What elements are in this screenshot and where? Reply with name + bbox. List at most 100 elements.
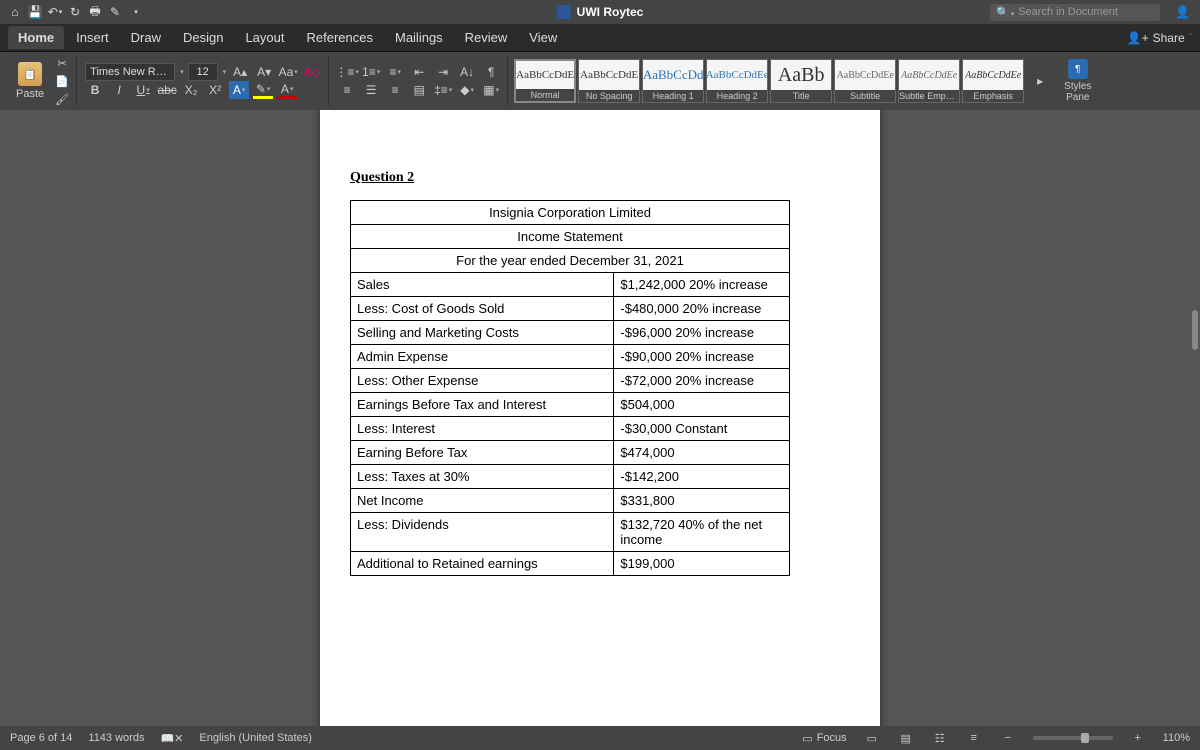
style-normal[interactable]: AaBbCcDdENormal — [514, 59, 576, 103]
redo-icon[interactable]: ↻ — [68, 5, 82, 19]
table-row[interactable]: Less: Taxes at 30%-$142,200 — [351, 465, 790, 489]
row-label[interactable]: Earnings Before Tax and Interest — [351, 393, 614, 417]
table-row[interactable]: Selling and Marketing Costs-$96,000 20% … — [351, 321, 790, 345]
format-painter-icon[interactable]: 🖌 — [54, 91, 70, 107]
table-row[interactable]: Net Income$331,800 — [351, 489, 790, 513]
grow-font-icon[interactable]: A▴ — [230, 63, 250, 81]
copy-icon[interactable]: 📄 — [54, 73, 70, 89]
table-header-company[interactable]: Insignia Corporation Limited — [351, 201, 790, 225]
print-layout-icon[interactable]: ▤ — [897, 731, 915, 745]
cut-icon[interactable]: ✂ — [54, 55, 70, 71]
document-area[interactable]: Question 2 Insignia Corporation Limited … — [0, 110, 1200, 726]
row-label[interactable]: Additional to Retained earnings — [351, 552, 614, 576]
row-label[interactable]: Earning Before Tax — [351, 441, 614, 465]
word-count[interactable]: 1143 words — [88, 732, 144, 744]
styles-pane-button[interactable]: ¶ Styles Pane — [1058, 59, 1097, 103]
multilevel-icon[interactable]: ≡▾ — [385, 63, 405, 81]
numbering-icon[interactable]: 1≡▾ — [361, 63, 381, 81]
zoom-slider[interactable] — [1033, 736, 1113, 740]
tab-draw[interactable]: Draw — [121, 26, 171, 49]
text-effects-icon[interactable]: A▾ — [229, 81, 249, 99]
page-indicator[interactable]: Page 6 of 14 — [10, 732, 72, 744]
table-row[interactable]: Less: Cost of Goods Sold-$480,000 20% in… — [351, 297, 790, 321]
tab-layout[interactable]: Layout — [235, 26, 294, 49]
row-label[interactable]: Less: Other Expense — [351, 369, 614, 393]
tab-home[interactable]: Home — [8, 26, 64, 49]
subscript-button[interactable]: X₂ — [181, 81, 201, 99]
change-case-icon[interactable]: Aa▾ — [278, 63, 298, 81]
outdent-icon[interactable]: ⇤ — [409, 63, 429, 81]
style-heading-1[interactable]: AaBbCcDdHeading 1 — [642, 59, 704, 103]
read-mode-icon[interactable]: ▭ — [863, 731, 881, 745]
justify-icon[interactable]: ▤ — [409, 81, 429, 99]
spellcheck-icon[interactable]: 📖✕ — [160, 732, 183, 745]
tab-insert[interactable]: Insert — [66, 26, 119, 49]
row-label[interactable]: Less: Interest — [351, 417, 614, 441]
page[interactable]: Question 2 Insignia Corporation Limited … — [320, 110, 880, 726]
outline-icon[interactable]: ≡ — [965, 731, 983, 745]
borders-icon[interactable]: ▦▾ — [481, 81, 501, 99]
row-label[interactable]: Net Income — [351, 489, 614, 513]
row-value[interactable]: -$30,000 Constant — [614, 417, 790, 441]
qat-overflow-icon[interactable]: ▾ — [129, 5, 143, 19]
table-row[interactable]: Admin Expense-$90,000 20% increase — [351, 345, 790, 369]
question-heading[interactable]: Question 2 — [350, 170, 850, 186]
line-spacing-icon[interactable]: ‡≡▾ — [433, 81, 453, 99]
income-statement-table[interactable]: Insignia Corporation Limited Income Stat… — [350, 200, 790, 576]
sort-icon[interactable]: A↓ — [457, 63, 477, 81]
style-heading-2[interactable]: AaBbCcDdEeHeading 2 — [706, 59, 768, 103]
row-value[interactable]: $132,720 40% of the net income — [614, 513, 790, 552]
shrink-font-icon[interactable]: A▾ — [254, 63, 274, 81]
table-row[interactable]: Additional to Retained earnings$199,000 — [351, 552, 790, 576]
row-label[interactable]: Selling and Marketing Costs — [351, 321, 614, 345]
align-right-icon[interactable]: ≡ — [385, 81, 405, 99]
style-emphasis[interactable]: AaBbCcDdEeEmphasis — [962, 59, 1024, 103]
collapse-icon[interactable]: ˆ — [1190, 34, 1192, 41]
tab-review[interactable]: Review — [455, 26, 518, 49]
bullets-icon[interactable]: ⋮≡▾ — [337, 63, 357, 81]
font-color-icon[interactable]: A▾ — [277, 81, 297, 99]
row-value[interactable]: -$480,000 20% increase — [614, 297, 790, 321]
bold-button[interactable]: B — [85, 81, 105, 99]
pilcrow-icon[interactable]: ¶ — [481, 63, 501, 81]
clear-format-icon[interactable]: A◇ — [302, 63, 322, 81]
row-value[interactable]: -$90,000 20% increase — [614, 345, 790, 369]
align-left-icon[interactable]: ≡ — [337, 81, 357, 99]
table-row[interactable]: Earning Before Tax$474,000 — [351, 441, 790, 465]
style-title[interactable]: AaBbTitle — [770, 59, 832, 103]
style-no-spacing[interactable]: AaBbCcDdENo Spacing — [578, 59, 640, 103]
zoom-level[interactable]: 110% — [1163, 732, 1190, 744]
superscript-button[interactable]: X² — [205, 81, 225, 99]
table-row[interactable]: Earnings Before Tax and Interest$504,000 — [351, 393, 790, 417]
row-value[interactable]: -$72,000 20% increase — [614, 369, 790, 393]
row-value[interactable]: -$142,200 — [614, 465, 790, 489]
web-layout-icon[interactable]: ☷ — [931, 731, 949, 745]
row-label[interactable]: Sales — [351, 273, 614, 297]
table-row[interactable]: Less: Interest-$30,000 Constant — [351, 417, 790, 441]
row-label[interactable]: Less: Dividends — [351, 513, 614, 552]
row-value[interactable]: $199,000 — [614, 552, 790, 576]
paste-button[interactable]: 📋 Paste — [10, 62, 50, 100]
italic-button[interactable]: I — [109, 81, 129, 99]
home-icon[interactable]: ⌂ — [8, 5, 22, 19]
style-subtle-emph-[interactable]: AaBbCcDdEeSubtle Emph… — [898, 59, 960, 103]
table-row[interactable]: Sales$1,242,000 20% increase — [351, 273, 790, 297]
row-label[interactable]: Less: Taxes at 30% — [351, 465, 614, 489]
zoom-out-icon[interactable]: − — [999, 731, 1017, 745]
table-row[interactable]: Less: Other Expense-$72,000 20% increase — [351, 369, 790, 393]
row-value[interactable]: $504,000 — [614, 393, 790, 417]
row-value[interactable]: $474,000 — [614, 441, 790, 465]
zoom-in-icon[interactable]: + — [1129, 731, 1147, 745]
tab-design[interactable]: Design — [173, 26, 233, 49]
tab-references[interactable]: References — [297, 26, 383, 49]
row-label[interactable]: Less: Cost of Goods Sold — [351, 297, 614, 321]
strike-button[interactable]: abc — [157, 81, 177, 99]
scrollbar-thumb[interactable] — [1192, 310, 1198, 350]
print-icon[interactable]: 🖶 — [88, 5, 102, 19]
tab-mailings[interactable]: Mailings — [385, 26, 453, 49]
share-button[interactable]: 👤+ Share ˆ — [1127, 31, 1192, 45]
language-indicator[interactable]: English (United States) — [199, 732, 312, 744]
user-icon[interactable]: 👤 — [1175, 5, 1190, 19]
row-value[interactable]: $331,800 — [614, 489, 790, 513]
save-icon[interactable]: 💾 — [28, 5, 42, 19]
